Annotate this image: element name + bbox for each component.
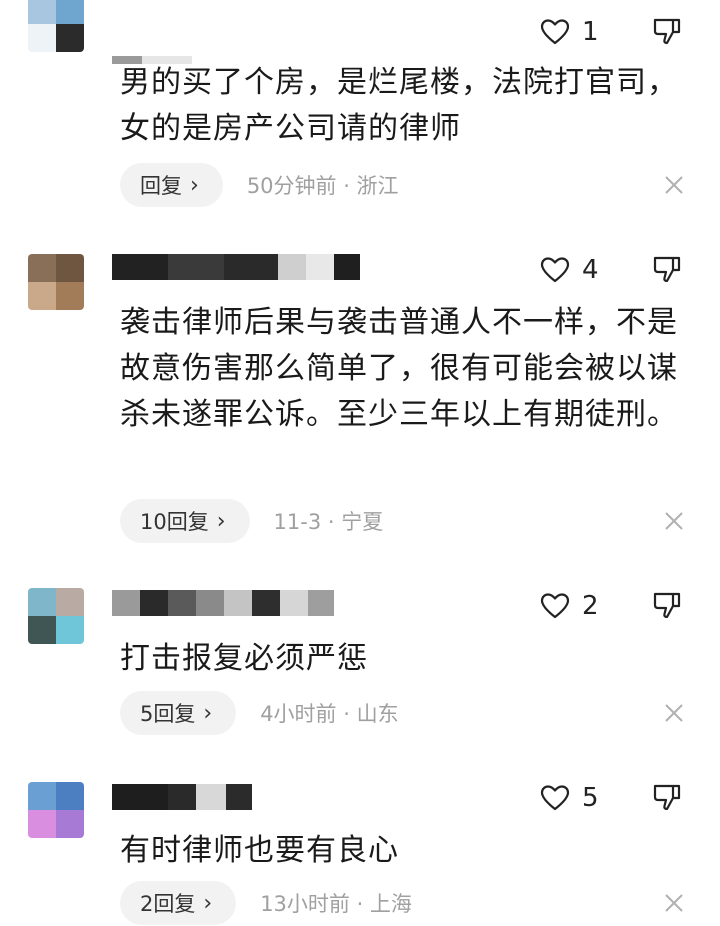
heart-icon (540, 593, 570, 619)
like-button[interactable]: 1 (540, 17, 602, 47)
like-count: 4 (582, 255, 599, 285)
like-button[interactable]: 5 (540, 783, 602, 813)
username[interactable] (112, 784, 252, 810)
comment-text: 袭击律师后果与袭击普通人不一样，不是故意伤害那么简单了，很有可能会被以谋杀未遂罪… (120, 305, 678, 432)
like-count: 5 (582, 783, 599, 813)
heart-icon (540, 785, 570, 811)
like-button[interactable]: 2 (540, 591, 602, 621)
reply-button[interactable]: 回复 › (120, 163, 223, 207)
avatar[interactable] (28, 588, 84, 644)
like-actions: 2 (540, 588, 681, 624)
chevron-right-icon: › (190, 172, 199, 198)
like-actions: 4 (540, 252, 681, 288)
dislike-button[interactable] (652, 16, 682, 50)
dislike-button[interactable] (652, 782, 682, 816)
heart-icon (540, 19, 570, 45)
comment-text: 男的买了个房，是烂尾楼，法院打官司，女的是房产公司请的律师 (120, 65, 678, 146)
comment-item: 4 袭击律师后果与袭击普通人不一样，不是故意伤害那么简单了，很有可能会被以谋杀未… (0, 230, 720, 570)
comment-meta: 2回复 › 13小时前 · 上海 (120, 880, 412, 926)
comment-meta: 回复 › 50分钟前 · 浙江 (120, 162, 399, 208)
reply-button[interactable]: 2回复 › (120, 881, 237, 925)
chevron-right-icon: › (203, 890, 213, 916)
reply-label: 2回复 (140, 892, 196, 916)
like-actions: 1 (540, 14, 681, 50)
heart-icon (540, 257, 570, 283)
comment-item: 5 有时律师也要有良心 2回复 › 13小时前 · 上海 (0, 760, 720, 925)
like-count: 1 (582, 17, 599, 47)
chevron-right-icon: › (216, 508, 226, 534)
reply-label: 5回复 (140, 702, 196, 726)
thumbs-down-icon (653, 592, 681, 619)
reply-label: 10回复 (140, 510, 209, 534)
comment-time-location: 13小时前 · 上海 (260, 892, 412, 916)
thumbs-down-icon (653, 784, 681, 811)
close-icon[interactable] (662, 173, 686, 197)
comment-item: 1 男的买了个房，是烂尾楼，法院打官司，女的是房产公司请的律师 回复 › 50分… (0, 0, 720, 230)
like-button[interactable]: 4 (540, 255, 602, 285)
close-icon[interactable] (662, 891, 686, 915)
comment-item: 2 打击报复必须严惩 5回复 › 4小时前 · 山东 (0, 570, 720, 760)
reply-button[interactable]: 5回复 › (120, 691, 237, 735)
avatar[interactable] (28, 782, 84, 838)
reply-button[interactable]: 10回复 › (120, 499, 250, 543)
username[interactable] (112, 254, 360, 280)
comment-time-location: 11-3 · 宁夏 (273, 510, 384, 534)
username[interactable] (112, 590, 334, 616)
reply-label: 回复 (140, 174, 182, 198)
dislike-button[interactable] (652, 590, 682, 624)
thumbs-down-icon (653, 256, 681, 283)
comment-text: 有时律师也要有良心 (120, 833, 399, 868)
comment-text: 打击报复必须严惩 (120, 641, 368, 676)
thumbs-down-icon (653, 18, 681, 45)
close-icon[interactable] (662, 509, 686, 533)
comment-meta: 5回复 › 4小时前 · 山东 (120, 690, 399, 736)
dislike-button[interactable] (652, 254, 682, 288)
chevron-right-icon: › (203, 700, 213, 726)
comment-time-location: 4小时前 · 山东 (260, 702, 399, 726)
comment-meta: 10回复 › 11-3 · 宁夏 (120, 498, 383, 544)
like-actions: 5 (540, 780, 681, 816)
like-count: 2 (582, 591, 599, 621)
close-icon[interactable] (662, 701, 686, 725)
avatar[interactable] (28, 254, 84, 310)
avatar[interactable] (28, 0, 84, 52)
comment-time-location: 50分钟前 · 浙江 (246, 174, 399, 198)
